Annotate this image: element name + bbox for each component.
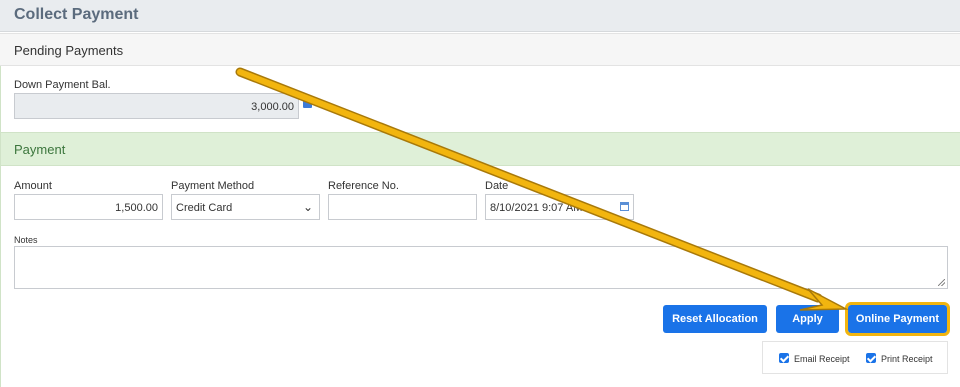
reference-field[interactable] xyxy=(328,194,477,220)
down-payment-label: Down Payment Bal. xyxy=(14,79,111,91)
notes-label: Notes xyxy=(14,235,38,245)
chevron-down-icon: ⌄ xyxy=(302,200,313,214)
amount-field[interactable]: 1,500.00 xyxy=(14,194,163,220)
section-border xyxy=(0,66,1,387)
print-receipt-label: Print Receipt xyxy=(881,354,933,364)
payment-method-value: Credit Card xyxy=(176,202,233,214)
print-receipt-checkbox[interactable] xyxy=(866,353,876,363)
reference-label: Reference No. xyxy=(328,180,399,192)
page-title: Collect Payment xyxy=(14,6,139,23)
date-label: Date xyxy=(485,180,509,192)
down-payment-value: 3,000.00 xyxy=(251,101,294,113)
payment-method-label: Payment Method xyxy=(171,180,255,192)
down-payment-field: 3,000.00 xyxy=(14,93,299,119)
email-receipt-checkbox[interactable] xyxy=(779,353,789,363)
payment-title: Payment xyxy=(14,142,66,157)
apply-button[interactable]: Apply xyxy=(776,305,839,333)
payment-method-select[interactable]: Credit Card ⌄ xyxy=(171,194,320,220)
amount-label: Amount xyxy=(14,180,52,192)
pending-payments-header: Pending Payments xyxy=(0,33,960,66)
amount-value: 1,500.00 xyxy=(115,202,158,214)
date-value: 8/10/2021 9:07 AM xyxy=(490,202,583,214)
online-payment-button[interactable]: Online Payment xyxy=(845,302,950,336)
calculator-icon[interactable] xyxy=(303,98,312,108)
email-receipt-label: Email Receipt xyxy=(794,354,850,364)
pending-payments-title: Pending Payments xyxy=(14,43,124,58)
reset-allocation-button[interactable]: Reset Allocation xyxy=(663,305,767,333)
payment-header: Payment xyxy=(0,132,960,166)
resize-grip-icon[interactable] xyxy=(938,279,945,286)
notes-textarea[interactable] xyxy=(14,246,948,289)
calendar-icon[interactable] xyxy=(620,202,629,211)
page-header: Collect Payment xyxy=(0,0,960,32)
date-field[interactable]: 8/10/2021 9:07 AM xyxy=(485,194,634,220)
receipt-options: Email Receipt Print Receipt xyxy=(762,341,948,374)
